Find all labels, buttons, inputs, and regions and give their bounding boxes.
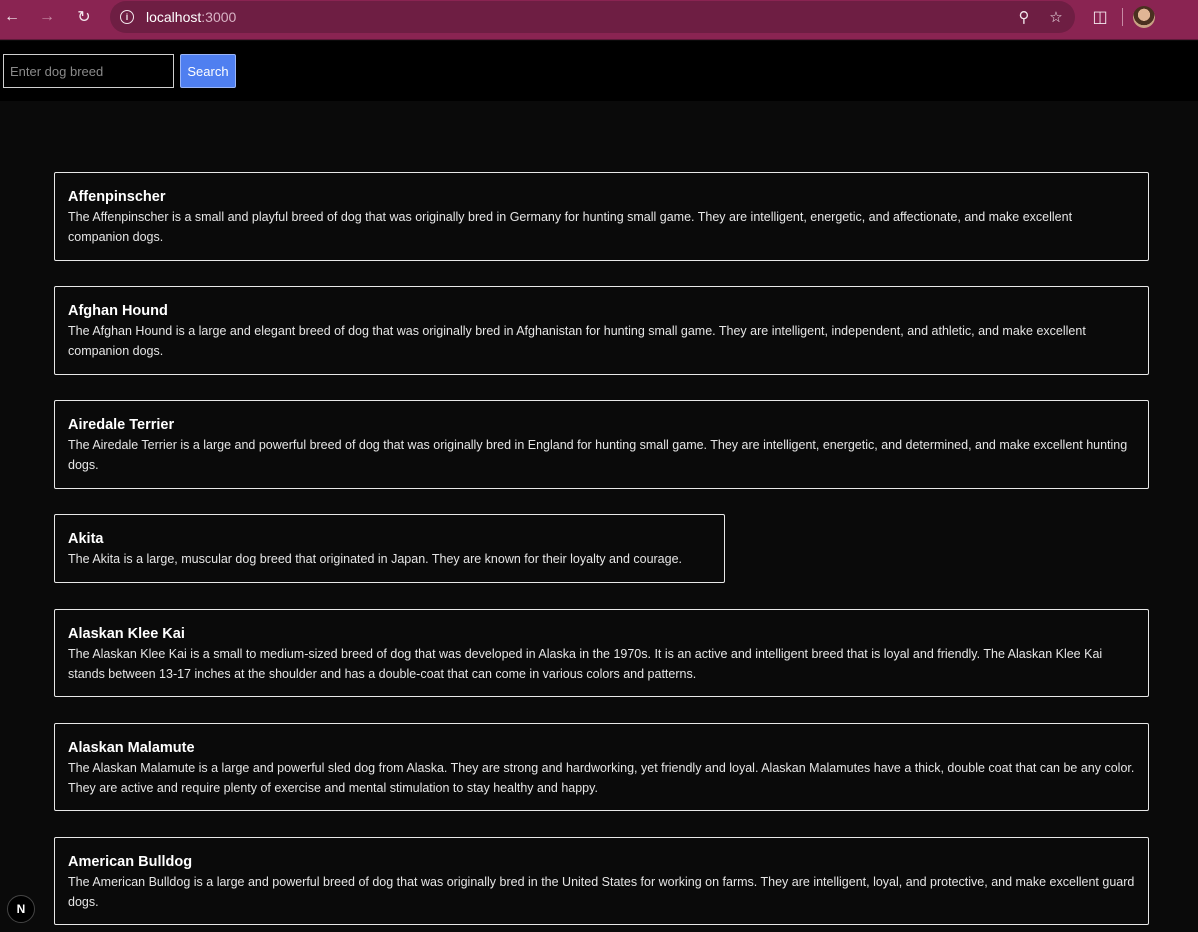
toolbar-separator <box>1122 8 1123 26</box>
forward-arrow-icon[interactable]: → <box>31 1 63 33</box>
breed-name: Alaskan Malamute <box>68 740 195 756</box>
breed-name: Afghan Hound <box>68 303 168 319</box>
breed-name: American Bulldog <box>68 854 193 870</box>
breed-description: The Alaskan Malamute is a large and powe… <box>68 761 1135 795</box>
puzzle-icon[interactable]: ◫ <box>1088 7 1112 27</box>
breed-card: Alaskan Klee Kai The Alaskan Klee Kai is… <box>54 609 1149 697</box>
search-button[interactable]: Search <box>180 54 236 88</box>
breed-name: Affenpinscher <box>68 189 166 205</box>
breed-card: Affenpinscher The Affenpinscher is a sma… <box>54 172 1149 261</box>
avatar[interactable] <box>1133 6 1155 28</box>
breed-card: Alaskan Malamute The Alaskan Malamute is… <box>54 723 1149 811</box>
nextjs-dev-indicator[interactable]: N <box>7 895 35 923</box>
breed-card: Airedale Terrier The Airedale Terrier is… <box>54 400 1149 489</box>
breed-card: Afghan Hound The Afghan Hound is a large… <box>54 286 1149 375</box>
breed-description: The Afghan Hound is a large and elegant … <box>68 324 1086 358</box>
zoom-icon[interactable]: ⚲ <box>1015 8 1033 26</box>
star-icon[interactable]: ☆ <box>1047 8 1065 26</box>
breed-description: The Affenpinscher is a small and playful… <box>68 210 1073 244</box>
nextjs-logo-icon: N <box>16 902 26 916</box>
reload-icon[interactable]: ↻ <box>68 1 100 33</box>
breed-card: American Bulldog The American Bulldog is… <box>54 837 1149 925</box>
url-port: :3000 <box>201 9 237 25</box>
search-input[interactable] <box>3 54 174 88</box>
url-text[interactable]: localhost:3000 <box>146 9 236 25</box>
breed-description: The Akita is a large, muscular dog breed… <box>68 552 683 566</box>
address-bar[interactable]: i localhost:3000 ⚲ ☆ <box>110 1 1075 33</box>
browser-toolbar: ← → ↻ i localhost:3000 ⚲ ☆ ◫ <box>0 0 1198 40</box>
breed-description: The Airedale Terrier is a large and powe… <box>68 438 1128 472</box>
site-info-icon[interactable]: i <box>120 10 134 24</box>
breed-name: Airedale Terrier <box>68 417 175 433</box>
breed-description: The Alaskan Klee Kai is a small to mediu… <box>68 647 1103 681</box>
url-host: localhost <box>146 9 202 25</box>
breed-card: Akita The Akita is a large, muscular dog… <box>54 514 725 583</box>
back-arrow-icon[interactable]: ← <box>0 1 28 33</box>
app-header: Search <box>0 41 1198 101</box>
breed-description: The American Bulldog is a large and powe… <box>68 875 1135 909</box>
breed-name: Akita <box>68 531 104 547</box>
breed-name: Alaskan Klee Kai <box>68 626 185 642</box>
